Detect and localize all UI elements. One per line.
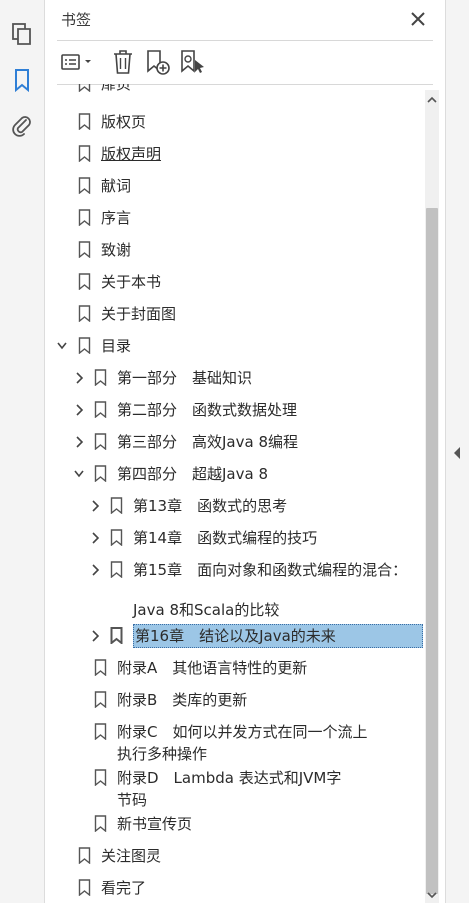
collapse-panel-icon[interactable] [452, 446, 462, 460]
bookmark-label: 第一部分 基础知识 [117, 369, 253, 387]
bookmark-icon [78, 209, 91, 226]
bookmark-icon [94, 369, 107, 386]
bookmark-row[interactable]: 附录B 类库的更新 [45, 684, 425, 716]
bookmark-icon [94, 401, 107, 418]
bookmark-icon [110, 529, 123, 546]
bookmark-row[interactable]: 附录A 其他语言特性的更新 [45, 652, 425, 684]
bookmark-row[interactable]: 序言 [45, 202, 425, 234]
bookmark-label: 附录A 其他语言特性的更新 [117, 659, 308, 677]
pages-icon[interactable] [10, 22, 34, 46]
bookmark-label: 关注图灵 [101, 847, 162, 865]
bookmark-row[interactable]: 关于本书 [45, 266, 425, 298]
bookmark-label: 第13章 函数式的思考 [133, 497, 288, 515]
bookmark-label: 版权声明 [101, 145, 162, 163]
bookmark-row[interactable]: 第二部分 函数式数据处理 [45, 394, 425, 426]
bookmark-label: 第14章 函数式编程的技巧 [133, 529, 318, 547]
list-options-icon[interactable] [59, 48, 97, 76]
bookmark-label: 关于封面图 [101, 305, 177, 323]
chevron-right-icon[interactable] [74, 403, 84, 417]
bookmark-row[interactable]: 关注图灵 [45, 840, 425, 872]
bookmark-icon [78, 177, 91, 194]
chevron-right-icon[interactable] [90, 563, 100, 577]
bookmark-tree: 扉页版权页版权声明献词序言致谢关于本书关于封面图目录第一部分 基础知识第二部分 … [45, 84, 425, 903]
chevron-down-icon[interactable] [57, 339, 67, 353]
bookmark-label: 第15章 面向对象和函数式编程的混合： [133, 561, 408, 579]
bookmarks-icon[interactable] [10, 68, 34, 92]
bookmark-icon [78, 84, 91, 92]
chevron-down-icon[interactable] [74, 467, 84, 481]
bookmark-row[interactable]: 版权页 [45, 106, 425, 138]
chevron-right-icon[interactable] [90, 629, 100, 643]
scroll-down-icon[interactable] [426, 891, 438, 901]
bookmark-label: 第三部分 高效Java 8编程 [117, 433, 298, 451]
header-divider [57, 40, 433, 41]
bookmark-label: 附录B 类库的更新 [117, 691, 248, 709]
bookmark-label: 序言 [101, 209, 132, 227]
scrollbar-thumb[interactable] [426, 208, 438, 894]
trash-icon[interactable] [111, 48, 135, 76]
bookmark-label: 新书宣传页 [117, 815, 193, 833]
bookmarks-panel: 书签 扉页版权页版权声明献词序言致谢关于本书关于封面图目录第一部分 基础知识第二… [45, 0, 445, 903]
bookmark-label: 扉页 [101, 84, 132, 93]
bookmark-row[interactable]: 第三部分 高效Java 8编程 [45, 426, 425, 458]
bookmark-row[interactable]: 扉页 [45, 84, 425, 100]
bookmark-row[interactable]: 第13章 函数式的思考 [45, 490, 425, 522]
bookmark-label: 看完了 [101, 879, 147, 897]
bookmark-icon [94, 659, 107, 676]
bookmark-row[interactable]: 第15章 面向对象和函数式编程的混合： [45, 554, 425, 586]
bookmark-row[interactable]: 看完了 [45, 872, 425, 903]
bookmark-cursor-icon[interactable] [179, 48, 207, 76]
bookmark-icon [94, 691, 107, 708]
bookmark-label: 第二部分 函数式数据处理 [117, 401, 298, 419]
bookmark-icon [110, 561, 123, 578]
chevron-right-icon[interactable] [90, 499, 100, 513]
bookmark-row[interactable]: 版权声明 [45, 138, 425, 170]
attachments-icon[interactable] [10, 114, 34, 138]
bookmark-icon [78, 113, 91, 130]
bookmark-row[interactable]: 新书宣传页 [45, 808, 425, 840]
bookmark-row[interactable]: 第14章 函数式编程的技巧 [45, 522, 425, 554]
bookmark-icon [78, 879, 91, 896]
bookmark-row[interactable]: 致谢 [45, 234, 425, 266]
bookmark-label: 版权页 [101, 113, 147, 131]
bookmark-row[interactable]: 目录 [45, 330, 425, 362]
bookmark-icon [110, 497, 123, 514]
chevron-right-icon[interactable] [74, 435, 84, 449]
bookmark-label: 第四部分 超越Java 8 [117, 465, 268, 483]
left-navigation-pane [0, 0, 45, 903]
bookmark-icon [78, 273, 91, 290]
bookmark-icon [78, 305, 91, 322]
close-icon[interactable] [409, 10, 427, 28]
bookmark-row[interactable]: 献词 [45, 170, 425, 202]
bookmark-icon [78, 847, 91, 864]
bookmark-icon [78, 241, 91, 258]
bookmark-row[interactable]: 第四部分 超越Java 8 [45, 458, 425, 490]
bookmark-icon [110, 627, 123, 644]
bookmark-label: 献词 [101, 177, 132, 195]
scroll-up-icon[interactable] [426, 94, 438, 106]
bookmark-label: 第16章 结论以及Java的未来 [133, 624, 423, 648]
bookmark-label: 关于本书 [101, 273, 162, 291]
bookmark-label: 致谢 [101, 241, 132, 259]
panel-title: 书签 [61, 11, 92, 29]
bookmark-row[interactable]: 第16章 结论以及Java的未来 [45, 620, 425, 652]
chevron-right-icon[interactable] [74, 371, 84, 385]
bookmark-label: Java 8和Scala的比较 [133, 601, 280, 619]
bookmark-icon [94, 815, 107, 832]
bookmark-label: 目录 [101, 337, 132, 355]
bookmark-icon [78, 337, 91, 354]
new-bookmark-icon[interactable] [145, 48, 171, 76]
bookmark-row[interactable]: 关于封面图 [45, 298, 425, 330]
bookmark-row[interactable]: 第一部分 基础知识 [45, 362, 425, 394]
bookmark-icon [94, 465, 107, 482]
bookmark-icon [94, 433, 107, 450]
chevron-right-icon[interactable] [90, 531, 100, 545]
bookmark-icon [78, 145, 91, 162]
